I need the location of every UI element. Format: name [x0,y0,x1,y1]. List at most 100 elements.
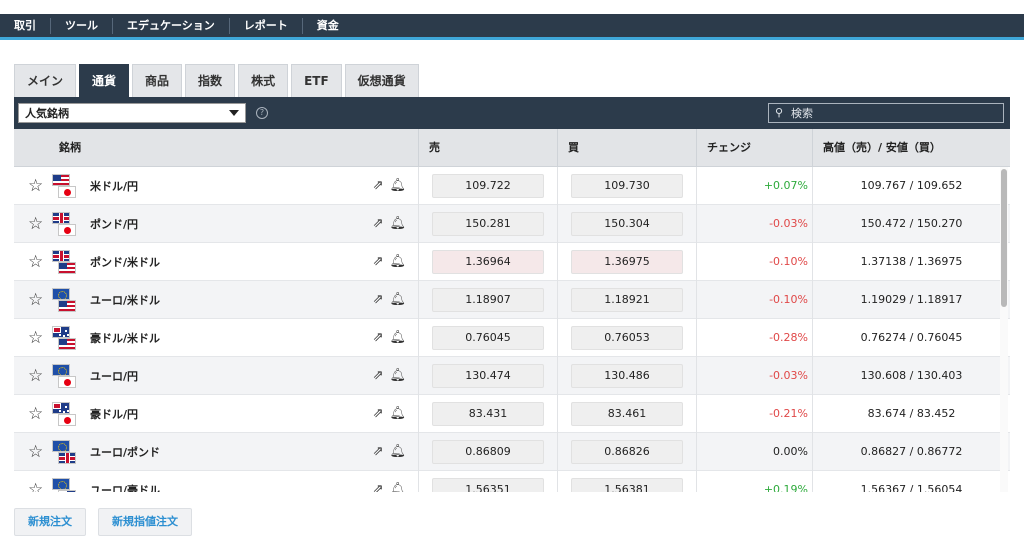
table-scrollbar[interactable] [1000,167,1008,492]
chart-link-icon[interactable]: ⇗ [373,406,384,421]
table-row[interactable]: ☆ 豪ドル/米ドル ⇗ 🔔︎ 0.76045 0.76053 -0.28% 0.… [14,318,1010,357]
buy-cell: 1.18921 [558,280,697,319]
buy-price-button[interactable]: 83.461 [571,401,683,426]
buy-price-button[interactable]: 1.56381 [571,477,683,492]
buy-price-button[interactable]: 0.76053 [571,325,683,350]
table-row[interactable]: ☆ 豪ドル/円 ⇗ 🔔︎ 83.431 83.461 -0.21% 83.674… [14,394,1010,433]
favorite-star-icon[interactable]: ☆ [28,253,44,270]
favorite-star-icon[interactable]: ☆ [28,443,44,460]
nav-item-reports[interactable]: レポート [228,17,302,34]
scrollbar-thumb[interactable] [1001,169,1007,307]
sell-price-button[interactable]: 1.56351 [432,477,544,492]
buy-price-button[interactable]: 1.18921 [571,287,683,312]
pair-name[interactable]: ユーロ/ポンド [90,444,160,460]
bell-icon[interactable]: 🔔︎ [389,444,406,459]
tab-main[interactable]: メイン [14,64,77,97]
buy-price-button[interactable]: 1.36975 [571,249,683,274]
symbol-filter-dropdown[interactable]: 人気銘柄 [18,103,246,123]
buy-price-button[interactable]: 150.304 [571,211,683,236]
bell-icon[interactable]: 🔔︎ [389,292,406,307]
search-box[interactable]: ⚲ [768,103,1004,123]
column-header-change[interactable]: チェンジ [697,128,813,167]
bell-icon[interactable]: 🔔︎ [389,254,406,269]
pair-name[interactable]: ポンド/米ドル [90,254,160,270]
column-header-buy[interactable]: 買 [558,128,697,167]
favorite-star-icon[interactable]: ☆ [28,405,44,422]
quote-flag-icon [58,413,76,426]
search-input[interactable] [791,106,991,120]
bell-icon[interactable]: 🔔︎ [389,406,406,421]
table-row[interactable]: ☆ 米ドル/円 ⇗ 🔔︎ 109.722 109.730 +0.07% 109.… [14,167,1010,205]
sell-price-button[interactable]: 109.722 [432,173,544,198]
table-row[interactable]: ☆ ユーロ/米ドル ⇗ 🔔︎ 1.18907 1.18921 -0.10% 1.… [14,280,1010,319]
sell-price-button[interactable]: 1.36964 [432,249,544,274]
sell-price-button[interactable]: 130.474 [432,363,544,388]
quote-flag-icon [58,223,76,236]
pair-name[interactable]: ユーロ/米ドル [90,292,160,308]
buy-price-button[interactable]: 109.730 [571,173,683,198]
pair-name[interactable]: 豪ドル/円 [90,406,138,422]
chart-link-icon[interactable]: ⇗ [373,330,384,345]
pair-name[interactable]: 豪ドル/米ドル [90,330,160,346]
table-row[interactable]: ☆ ポンド/円 ⇗ 🔔︎ 150.281 150.304 -0.03% 150.… [14,204,1010,243]
buy-price-button[interactable]: 130.486 [571,363,683,388]
column-header-sell[interactable]: 売 [419,128,558,167]
buy-cell: 0.76053 [558,318,697,357]
quote-flag-icon [58,185,76,198]
pair-name[interactable]: ユーロ/豪ドル [90,482,160,493]
sell-price-button[interactable]: 0.86809 [432,439,544,464]
nav-item-funds[interactable]: 資金 [301,17,353,34]
favorite-star-icon[interactable]: ☆ [28,291,44,308]
favorite-star-icon[interactable]: ☆ [28,215,44,232]
buy-cell: 0.86826 [558,432,697,471]
tab-etf[interactable]: ETF [291,64,342,97]
question-circle-icon[interactable]: ? [256,107,268,119]
sell-price-button[interactable]: 1.18907 [432,287,544,312]
tab-commodities[interactable]: 商品 [132,64,183,97]
buy-price-button[interactable]: 0.86826 [571,439,683,464]
new-limit-order-button[interactable]: 新規指値注文 [98,508,192,536]
sell-price-button[interactable]: 150.281 [432,211,544,236]
pair-name[interactable]: ポンド/円 [90,216,138,232]
bell-icon[interactable]: 🔔︎ [389,368,406,383]
favorite-star-icon[interactable]: ☆ [28,367,44,384]
base-flag-icon [52,325,70,338]
instrument-table: ☆ 米ドル/円 ⇗ 🔔︎ 109.722 109.730 +0.07% 109.… [14,167,1010,492]
tab-stocks[interactable]: 株式 [238,64,289,97]
chart-link-icon[interactable]: ⇗ [373,368,384,383]
chart-link-icon[interactable]: ⇗ [373,292,384,307]
chart-link-icon[interactable]: ⇗ [373,178,384,193]
table-row[interactable]: ☆ ポンド/米ドル ⇗ 🔔︎ 1.36964 1.36975 -0.10% 1.… [14,242,1010,281]
table-row[interactable]: ☆ ユーロ/ポンド ⇗ 🔔︎ 0.86809 0.86826 0.00% 0.8… [14,432,1010,471]
favorite-star-icon[interactable]: ☆ [28,481,44,492]
bell-icon[interactable]: 🔔︎ [389,216,406,231]
sell-price-button[interactable]: 83.431 [432,401,544,426]
table-row[interactable]: ☆ ユーロ/豪ドル ⇗ 🔔︎ 1.56351 1.56381 +0.19% 1.… [14,470,1010,493]
tab-indices[interactable]: 指数 [185,64,236,97]
column-header-high-low[interactable]: 高値（売）/ 安値（買） [813,129,1010,167]
nav-item-tools[interactable]: ツール [50,17,112,34]
change-value: -0.03% [769,369,808,382]
row-action-icons: ⇗ 🔔︎ [373,216,406,231]
bell-icon[interactable]: 🔔︎ [389,330,406,345]
nav-item-education[interactable]: エデュケーション [112,17,229,34]
sell-price-button[interactable]: 0.76045 [432,325,544,350]
chart-link-icon[interactable]: ⇗ [373,216,384,231]
pair-name[interactable]: ユーロ/円 [90,368,138,384]
pair-name[interactable]: 米ドル/円 [90,178,138,194]
column-header-symbol[interactable]: 銘柄 [14,128,419,167]
change-cell: 0.00% [697,432,813,471]
tab-crypto[interactable]: 仮想通貨 [344,64,419,97]
favorite-star-icon[interactable]: ☆ [28,329,44,346]
chart-link-icon[interactable]: ⇗ [373,482,384,493]
chart-link-icon[interactable]: ⇗ [373,444,384,459]
nav-item-trade[interactable]: 取引 [0,18,50,34]
favorite-star-icon[interactable]: ☆ [28,177,44,194]
chart-link-icon[interactable]: ⇗ [373,254,384,269]
tab-currency[interactable]: 通貨 [79,64,130,97]
table-row[interactable]: ☆ ユーロ/円 ⇗ 🔔︎ 130.474 130.486 -0.03% 130.… [14,356,1010,395]
bell-icon[interactable]: 🔔︎ [389,178,406,193]
symbol-cell: ☆ 米ドル/円 ⇗ 🔔︎ [14,167,419,205]
new-order-button[interactable]: 新規注文 [14,508,86,536]
bell-icon[interactable]: 🔔︎ [389,482,406,493]
